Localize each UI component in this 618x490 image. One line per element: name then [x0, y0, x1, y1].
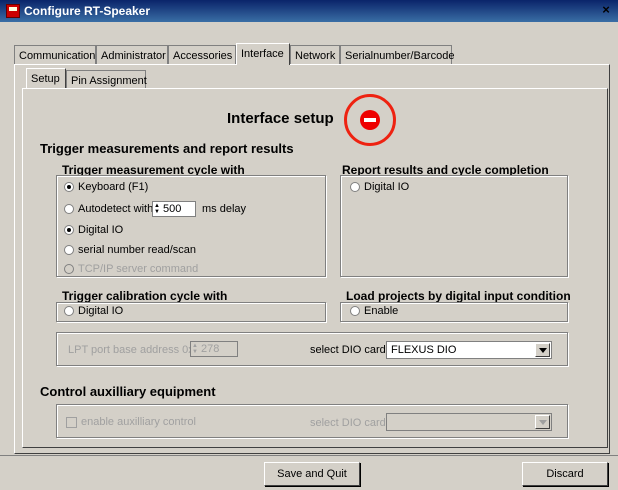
- aux-dio-label: select DIO card: [310, 417, 386, 429]
- calibration-group-title: Trigger calibration cycle with: [62, 289, 228, 303]
- radio-serial[interactable]: serial number read/scan: [64, 244, 196, 258]
- divider: [0, 455, 618, 456]
- aux-enable-checkbox: enable auxilliary control: [66, 416, 196, 430]
- lpt-label: LPT port base address 0x: [68, 344, 194, 356]
- tab-administrator[interactable]: Administrator: [96, 45, 168, 65]
- load-group-title: Load projects by digital input condition: [346, 289, 571, 303]
- window: Configure RT-Speaker × Communication Adm…: [0, 0, 618, 490]
- aux-dio-select: [386, 413, 552, 431]
- save-and-quit-button[interactable]: Save and Quit: [264, 462, 360, 486]
- autodetect-delay-spinner[interactable]: ▲ ▼ 500: [152, 201, 196, 217]
- radio-autodetect[interactable]: Autodetect with: [64, 203, 153, 217]
- tab-pin-assignment[interactable]: Pin Assignment: [66, 70, 147, 88]
- radio-report-digital-io[interactable]: Digital IO: [350, 181, 409, 195]
- trigger-section-title: Trigger measurements and report results: [40, 141, 294, 156]
- aux-section-title: Control auxilliary equipment: [40, 384, 216, 399]
- radio-dot: [64, 225, 74, 236]
- tab-communication[interactable]: Communication: [14, 45, 96, 65]
- checkbox-box: [66, 416, 77, 428]
- close-icon[interactable]: ×: [598, 2, 614, 18]
- radio-tcp: TCP/IP server command: [64, 263, 198, 277]
- tab-network[interactable]: Network: [290, 45, 340, 65]
- tab-serialnumber-barcode[interactable]: Serialnumber/Barcode: [340, 45, 454, 65]
- dio-card-label: select DIO card: [310, 344, 386, 356]
- tab-setup[interactable]: Setup: [26, 68, 66, 88]
- delay-unit-label: ms delay: [202, 203, 247, 215]
- radio-dot: [64, 182, 74, 193]
- spinner-arrows-icon: ▲ ▼: [192, 343, 198, 355]
- page-title: Interface setup: [227, 110, 334, 127]
- radio-digital-io[interactable]: Digital IO: [64, 224, 123, 238]
- radio-dot: [64, 264, 74, 275]
- discard-button[interactable]: Discard: [522, 462, 608, 486]
- radio-calibration-digital-io[interactable]: Digital IO: [64, 305, 123, 319]
- window-title: Configure RT-Speaker: [24, 4, 151, 18]
- radio-dot: [64, 245, 74, 256]
- dio-card-select[interactable]: FLEXUS DIO: [386, 341, 552, 359]
- tab-accessories[interactable]: Accessories: [168, 45, 236, 65]
- chevron-down-icon: [535, 415, 550, 429]
- radio-keyboard[interactable]: Keyboard (F1): [64, 181, 148, 195]
- radio-load-enable[interactable]: Enable: [350, 305, 398, 319]
- radio-dot: [64, 204, 74, 215]
- spinner-arrows-icon[interactable]: ▲ ▼: [154, 203, 161, 215]
- tab-interface[interactable]: Interface: [236, 43, 290, 65]
- title-bar[interactable]: Configure RT-Speaker ×: [0, 0, 618, 22]
- radio-dot: [350, 306, 360, 317]
- radio-dot: [64, 306, 74, 317]
- annotation-circle: [344, 94, 396, 146]
- app-icon: [6, 4, 20, 18]
- radio-dot: [350, 182, 360, 193]
- chevron-down-icon[interactable]: [535, 343, 550, 357]
- lpt-address-spinner: ▲ ▼ 278: [190, 341, 238, 357]
